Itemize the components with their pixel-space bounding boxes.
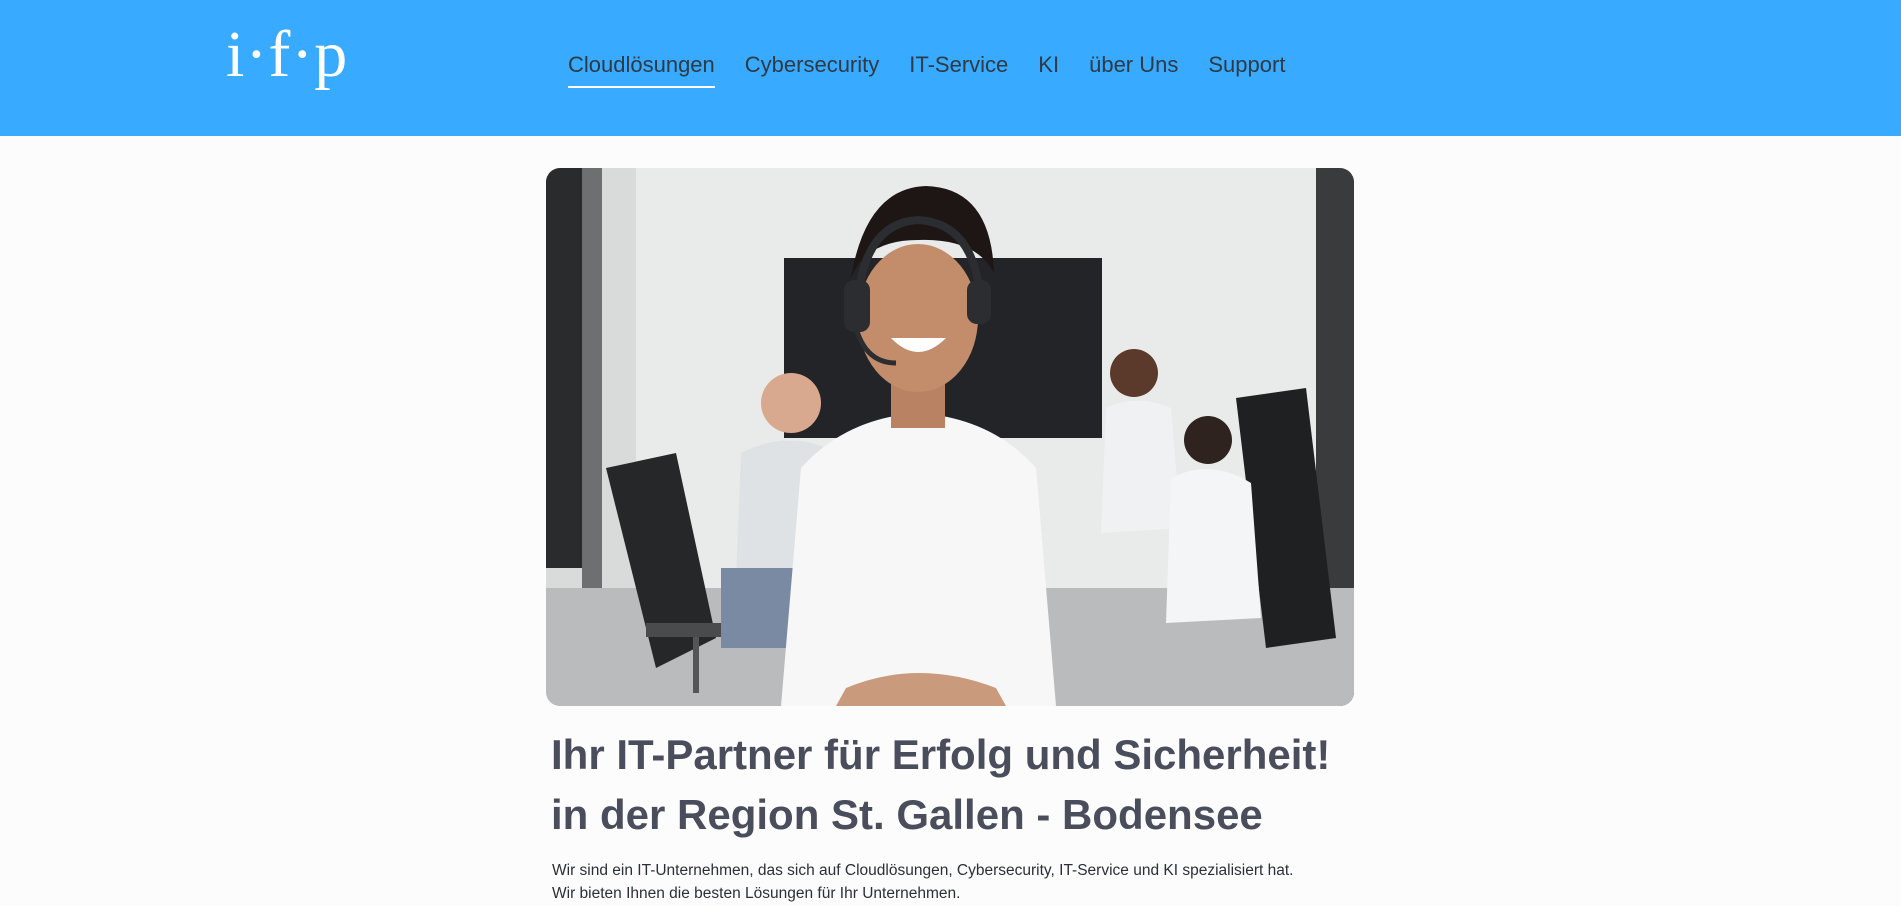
intro-paragraph: Wir sind ein IT-Unternehmen, das sich au…	[552, 859, 1372, 905]
headline-line-1: Ihr IT-Partner für Erfolg und Sicherheit…	[551, 731, 1331, 778]
nav-item-ki[interactable]: KI	[1038, 52, 1059, 88]
page-headline: Ihr IT-Partner für Erfolg und Sicherheit…	[551, 725, 1371, 845]
site-header: i·f·p Cloudlösungen Cybersecurity IT-Ser…	[0, 0, 1901, 136]
hero-photo-icon	[546, 168, 1354, 706]
nav-item-cybersecurity[interactable]: Cybersecurity	[745, 52, 879, 88]
hero-image	[546, 168, 1354, 706]
nav-item-support[interactable]: Support	[1208, 52, 1285, 88]
main-nav: Cloudlösungen Cybersecurity IT-Service K…	[568, 52, 1285, 88]
nav-item-cloudloesungen[interactable]: Cloudlösungen	[568, 52, 715, 88]
brand-logo[interactable]: i·f·p	[226, 22, 348, 88]
nav-item-ueber-uns[interactable]: über Uns	[1089, 52, 1178, 88]
headline-line-2: in der Region St. Gallen - Bodensee	[551, 791, 1263, 838]
intro-line-1: Wir sind ein IT-Unternehmen, das sich au…	[552, 862, 1294, 879]
nav-item-it-service[interactable]: IT-Service	[909, 52, 1008, 88]
intro-line-2: Wir bieten Ihnen die besten Lösungen für…	[552, 885, 961, 902]
